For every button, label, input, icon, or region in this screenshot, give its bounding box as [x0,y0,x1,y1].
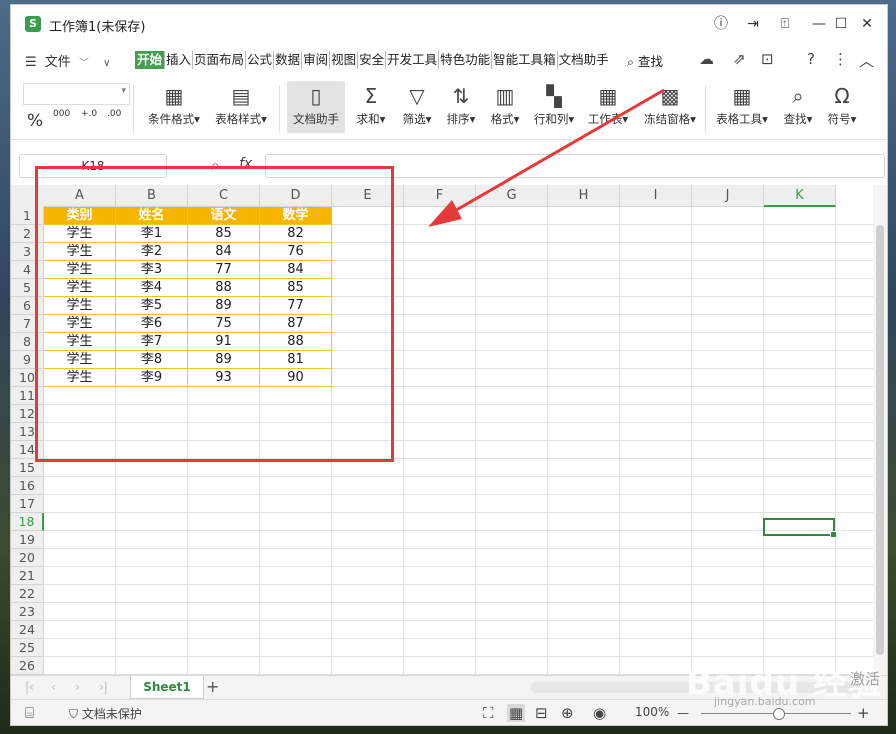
watermark-activate: 激活 [850,670,881,688]
watermark-url: jingyan.baidu.com [714,695,816,708]
annotation-arrow [428,88,665,227]
